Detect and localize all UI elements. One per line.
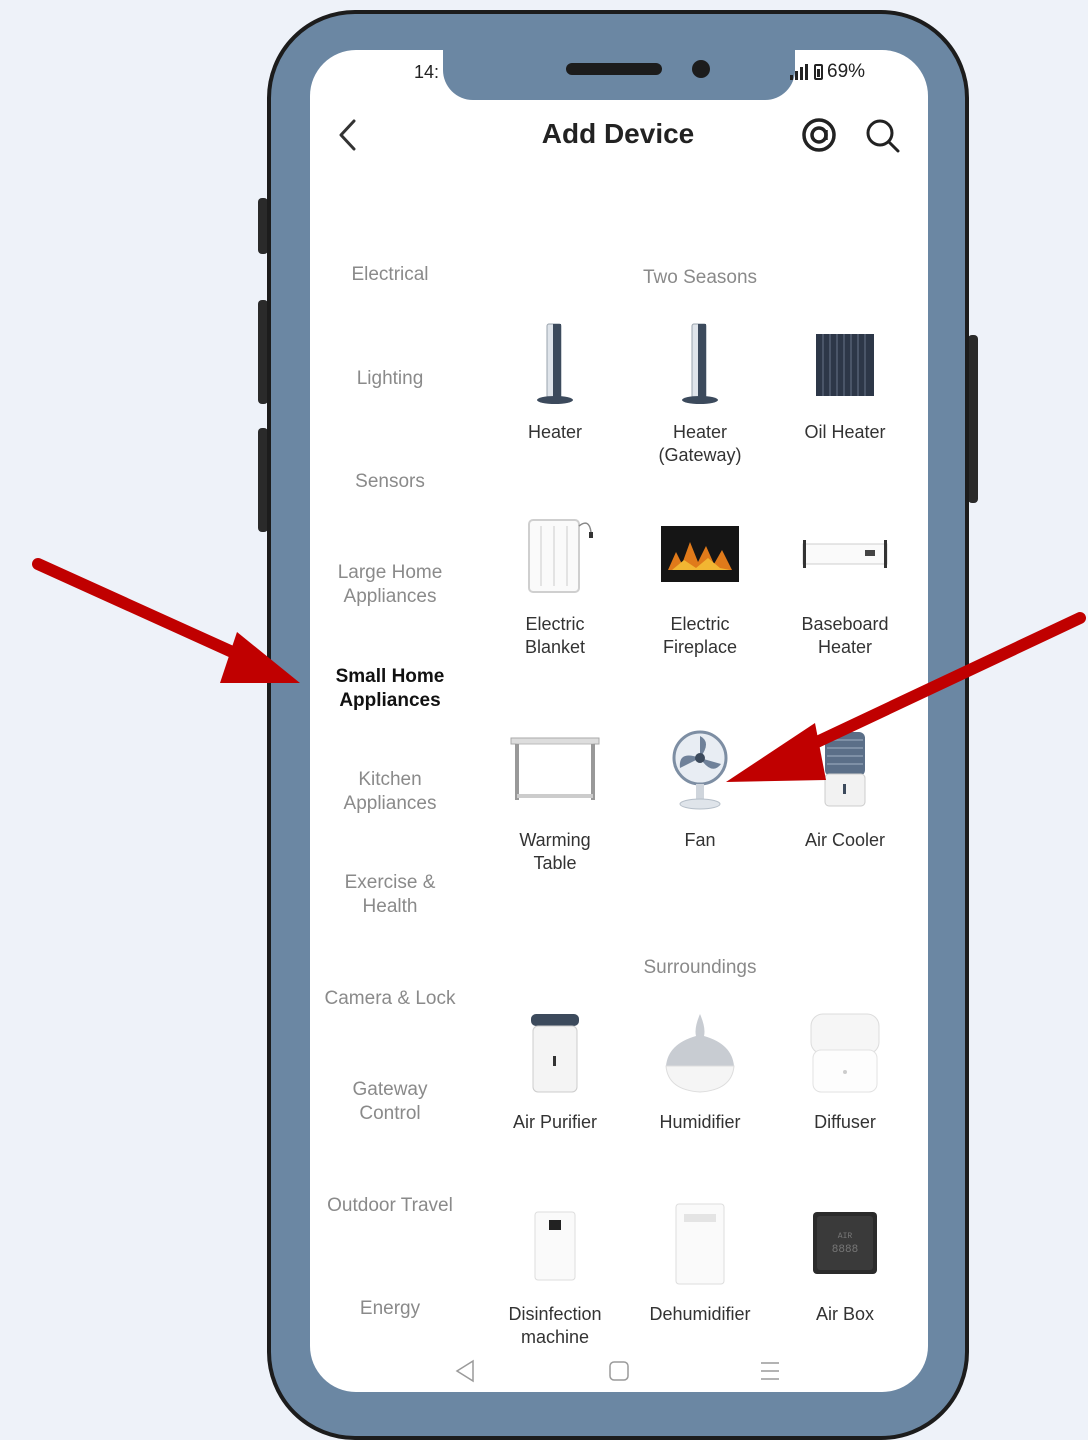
arrow-to-fan — [726, 612, 1086, 782]
arrow-to-small-home-appliances — [32, 558, 300, 683]
annotation-arrows — [32, 558, 1086, 782]
